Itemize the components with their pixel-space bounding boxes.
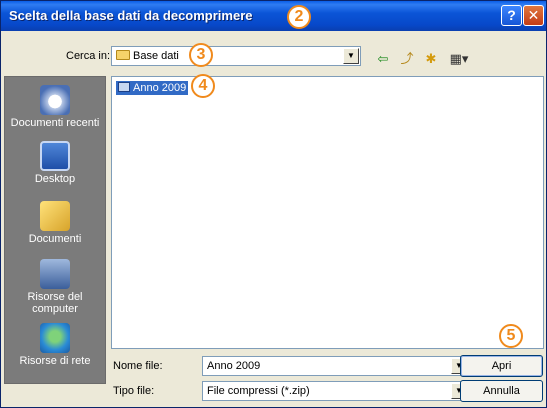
chevron-down-icon[interactable]: ▼ [343,48,359,64]
file-open-dialog: Scelta della base dati da decomprimere ?… [0,0,547,408]
file-name-input[interactable]: Anno 2009 [207,360,260,372]
place-my-computer[interactable]: Risorse del computer [5,259,105,315]
place-label: Desktop [34,173,76,185]
title-bar[interactable]: Scelta della base dati da decomprimere ?… [1,1,546,31]
file-name-label: Nome file: [113,360,163,372]
look-in-combo[interactable]: Base dati ▼ [111,46,361,66]
view-menu-icon[interactable]: ▦▾ [447,51,471,67]
place-label: Documenti recenti [10,117,100,129]
desktop-icon [40,141,70,171]
look-in-label: Cerca in: [66,50,111,62]
database-file-icon [118,82,130,92]
close-button[interactable]: ✕ [523,5,544,26]
documents-icon [40,201,70,231]
network-icon [40,323,70,353]
file-name-combo[interactable]: Anno 2009 ▼ [202,356,469,376]
callout-badge-3: 3 [189,43,213,67]
place-network[interactable]: Risorse di rete [5,323,105,367]
file-name: Anno 2009 [133,82,187,94]
place-label: Risorse del computer [27,291,83,315]
place-recent-documents[interactable]: Documenti recenti [5,85,105,129]
up-folder-icon[interactable]: ⤴ [399,51,415,67]
callout-badge-2: 2 [287,5,311,29]
new-folder-icon[interactable]: ✱ [423,51,439,67]
place-label: Documenti [28,233,82,245]
help-button[interactable]: ? [501,5,522,26]
list-item[interactable]: Anno 2009 [116,81,189,95]
look-in-value: Base dati [133,50,179,62]
place-documents[interactable]: Documenti [5,201,105,245]
folder-icon [116,50,130,60]
cancel-button[interactable]: Annulla [460,380,543,402]
file-type-select[interactable]: File compressi (*.zip) ▼ [202,381,469,401]
back-icon[interactable]: ⇦ [375,51,391,67]
file-type-label: Tipo file: [113,385,155,397]
recent-documents-icon [40,85,70,115]
dialog-title: Scelta della base dati da decomprimere [9,8,253,23]
place-desktop[interactable]: Desktop [5,141,105,185]
places-bar: Documenti recenti Desktop Documenti Riso… [4,76,106,384]
place-label: Risorse di rete [19,355,91,367]
file-type-value: File compressi (*.zip) [207,385,310,397]
callout-badge-5: 5 [499,324,523,348]
file-list[interactable]: Anno 2009 [111,76,544,349]
my-computer-icon [40,259,70,289]
open-button[interactable]: Apri [460,355,543,377]
callout-badge-4: 4 [191,74,215,98]
